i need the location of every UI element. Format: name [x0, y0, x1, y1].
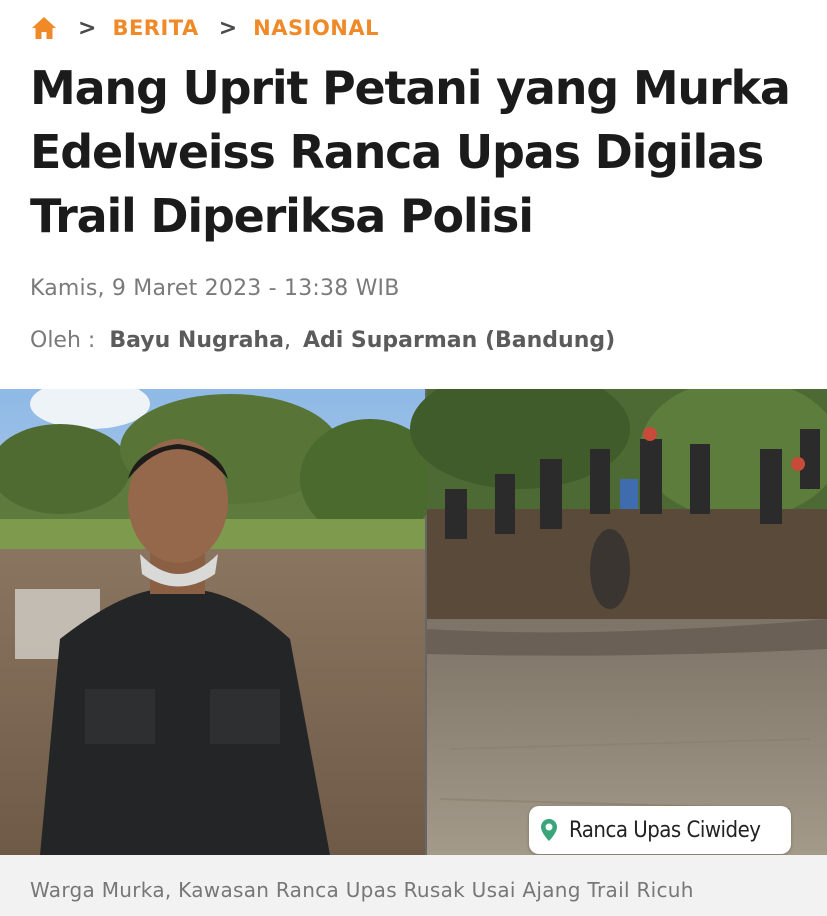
breadcrumb-nasional[interactable]: NASIONAL [253, 16, 379, 40]
author-separator: , [283, 328, 291, 353]
byline-label: Oleh : [30, 328, 96, 353]
author-link-1[interactable]: Bayu Nugraha [109, 328, 284, 353]
home-icon[interactable] [30, 14, 58, 42]
photo-caption: Warga Murka, Kawasan Ranca Upas Rusak Us… [30, 878, 694, 902]
breadcrumb-separator: > [218, 15, 238, 41]
author-link-2[interactable]: Adi Suparman (Bandung) [303, 328, 615, 353]
location-label: Ranca Upas Ciwidey [569, 817, 761, 843]
breadcrumb-berita[interactable]: BERITA [112, 16, 198, 40]
article-title: Mang Uprit Petani yang Murka Edelweiss R… [30, 61, 791, 243]
location-badge: Ranca Upas Ciwidey [529, 806, 791, 854]
map-pin-icon [541, 819, 557, 841]
article-date: Kamis, 9 Maret 2023 - 13:38 WIB [30, 276, 400, 301]
article-byline: Oleh : Bayu Nugraha , Adi Suparman (Band… [30, 328, 615, 353]
breadcrumb: > BERITA > NASIONAL [30, 12, 379, 44]
article-photo[interactable]: Ranca Upas Ciwidey [0, 389, 827, 855]
photo-illustration [0, 389, 827, 855]
breadcrumb-separator: > [78, 15, 97, 41]
